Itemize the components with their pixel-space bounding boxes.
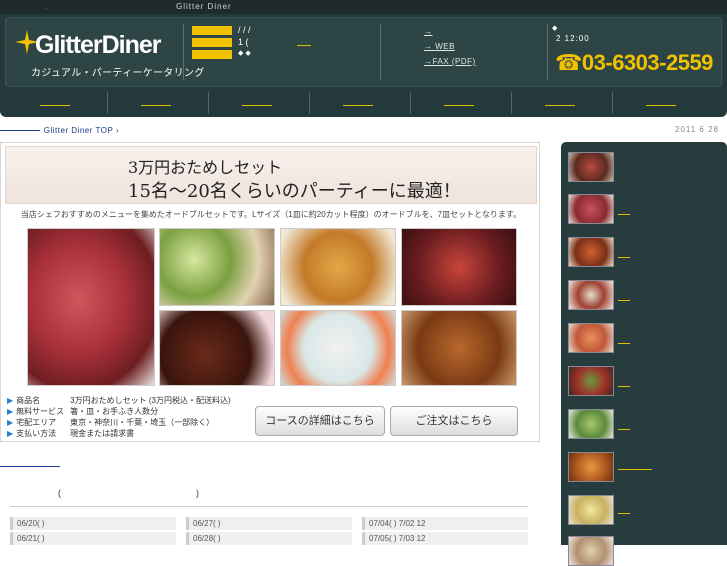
breadcrumb: Glitter Diner TOP ›	[0, 126, 119, 135]
menu-link[interactable]	[618, 300, 630, 301]
divider	[183, 24, 184, 80]
logo-tagline: カジュアル・パーティーケータリング	[31, 68, 205, 79]
banner-subtitle: 15名～20名くらいのパーティーに最適！	[128, 181, 461, 202]
site-name: Glitter Diner	[176, 2, 232, 11]
hours-diamond: ◆	[552, 25, 558, 32]
food-photo-roast-beef	[27, 228, 155, 386]
menu-link[interactable]	[618, 214, 630, 215]
top-bar-dot: .	[45, 2, 49, 11]
menu-link[interactable]	[618, 343, 630, 344]
site-logo[interactable]: GlitterDiner	[35, 31, 162, 60]
gnav-item-7[interactable]	[614, 92, 720, 114]
course-detail-button[interactable]: コースの詳細はこちら	[255, 406, 385, 436]
nav-link[interactable]	[297, 45, 311, 46]
nav-diamonds: ◆ ◆	[238, 50, 251, 57]
divider	[547, 24, 548, 80]
nav-paren: 1 (	[238, 37, 249, 47]
header-panel: GlitterDiner カジュアル・パーティーケータリング / / / 1 (…	[5, 17, 722, 87]
calendar-cell[interactable]: 06/27( )	[186, 517, 352, 530]
menu-thumb[interactable]	[568, 495, 614, 525]
info-row: ▶ 支払い方法 現金または請求書	[7, 429, 135, 438]
breadcrumb-home[interactable]: Glitter Diner TOP	[44, 126, 113, 135]
menu-thumb[interactable]	[568, 194, 614, 224]
info-row: ▶ 商品名 3万円おためしセット (3万円税込・配送料込)	[7, 396, 231, 405]
food-photo-fried	[280, 228, 396, 306]
menu-thumb[interactable]	[568, 536, 614, 566]
header: GlitterDiner カジュアル・パーティーケータリング / / / 1 (…	[0, 14, 727, 117]
food-photo-chicken	[401, 310, 517, 386]
gnav-item-4[interactable]	[311, 92, 411, 114]
phone-number[interactable]: ☎03-6303-2559	[555, 50, 713, 76]
calendar-cell[interactable]: 06/20( )	[10, 517, 176, 530]
promo-banner[interactable]: 3万円おためしセット 15名～20名くらいのパーティーに最適！ 当店シェフおすす…	[0, 142, 540, 442]
calendar-heading-open: (	[58, 488, 61, 498]
menu-thumb[interactable]	[568, 409, 614, 439]
menu-link[interactable]	[618, 513, 630, 514]
menu-thumb[interactable]	[568, 152, 614, 182]
menu-thumb[interactable]	[568, 280, 614, 310]
gnav-item-6[interactable]	[513, 92, 613, 114]
update-date: 2011 6 28	[675, 125, 719, 134]
banner-title: 3万円おためしセット	[128, 158, 283, 177]
menu-link[interactable]	[618, 429, 630, 430]
info-row: ▶ 無料サービス 箸・皿・お手ふき人数分	[7, 407, 159, 416]
menu-thumb[interactable]	[568, 452, 614, 482]
calendar-cell[interactable]: 07/05( ) 7/03 12	[362, 532, 528, 545]
calendar-heading-close: )	[196, 488, 199, 498]
menu-thumb[interactable]	[568, 237, 614, 267]
section-link[interactable]	[0, 466, 60, 467]
menu-thumb[interactable]	[568, 366, 614, 396]
menu-link[interactable]	[618, 469, 652, 470]
food-photo-brownies	[159, 310, 275, 386]
menu-link[interactable]	[618, 386, 630, 387]
top-bar: . Glitter Diner	[0, 0, 727, 14]
calendar-cell[interactable]: 06/28( )	[186, 532, 352, 545]
calendar-cell[interactable]: 07/04( ) 7/02 12	[362, 517, 528, 530]
gnav-item-3[interactable]	[210, 92, 310, 114]
nav-button-3[interactable]	[192, 50, 232, 59]
nav-button-1[interactable]	[192, 26, 232, 35]
menu-thumb[interactable]	[568, 323, 614, 353]
food-photo-sandwiches	[159, 228, 275, 306]
breadcrumb-arrow-icon: ›	[115, 126, 120, 135]
banner-description: 当店シェフおすすめのメニューを集めたオードブルセットです。Lサイズ（1皿に約20…	[20, 210, 522, 219]
calendar-cell[interactable]: 06/21( )	[10, 532, 176, 545]
nav-slashes: / / /	[238, 25, 251, 35]
contact-link-web[interactable]: → WEB	[424, 42, 455, 51]
gnav-item-2[interactable]	[109, 92, 209, 114]
global-nav	[8, 92, 720, 114]
divider	[10, 506, 528, 507]
banner-header: 3万円おためしセット 15名～20名くらいのパーティーに最適！	[5, 146, 537, 204]
nav-button-2[interactable]	[192, 38, 232, 47]
breadcrumb-link-blank[interactable]	[0, 130, 40, 132]
contact-link-mail[interactable]: →	[424, 27, 433, 36]
divider	[380, 24, 381, 80]
food-photo-skewers	[401, 228, 517, 306]
food-photo-sushi	[280, 310, 396, 386]
menu-sidebar	[561, 142, 727, 566]
menu-link[interactable]	[618, 257, 630, 258]
product-info: ▶ 商品名 3万円おためしセット (3万円税込・配送料込) ▶ 無料サービス 箸・皿・お…	[7, 395, 231, 439]
gnav-item-1[interactable]	[8, 92, 108, 114]
business-hours: 2 12:00	[556, 34, 590, 43]
contact-link-fax[interactable]: →FAX (PDF)	[424, 57, 476, 66]
order-button[interactable]: ご注文はこちら	[390, 406, 518, 436]
gnav-item-5[interactable]	[412, 92, 512, 114]
info-row: ▶ 宅配エリア 東京・神奈川・千葉・埼玉（一部除く）	[7, 418, 215, 427]
